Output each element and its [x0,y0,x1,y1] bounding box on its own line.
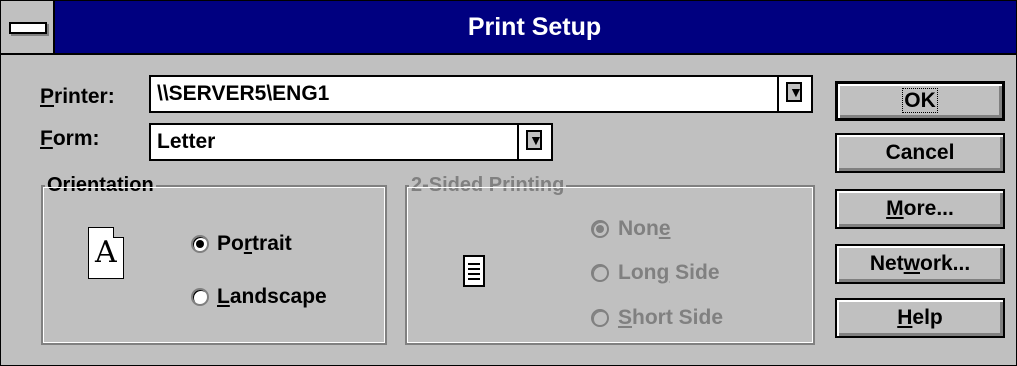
down-arrow-icon: ▼ [786,82,803,102]
cancel-button[interactable]: Cancel [835,133,1005,173]
down-arrow-icon: ▼ [526,130,543,150]
more-button[interactable]: More... [835,189,1005,229]
title-bar: Print Setup [1,1,1016,55]
ok-button[interactable]: OK [835,81,1005,121]
orientation-title: Orientation [45,173,156,197]
none-radio[interactable] [591,220,609,238]
long-side-radio[interactable] [591,264,609,282]
short-side-radio[interactable] [591,309,609,327]
print-setup-dialog: Print Setup Printer: \\SERVER5\ENG1 ▼ Fo… [0,0,1017,366]
printer-value: \\SERVER5\ENG1 [157,82,330,105]
none-label[interactable]: None [618,217,671,241]
short-side-label[interactable]: Short Side [618,306,723,330]
form-dropdown[interactable]: Letter ▼ [149,123,553,161]
network-button[interactable]: Network... [835,244,1005,284]
form-dropdown-button[interactable]: ▼ [517,125,551,159]
help-button[interactable]: Help [835,298,1005,338]
portrait-page-icon: A [88,227,124,279]
portrait-label[interactable]: Portrait [217,232,292,256]
printer-label: Printer: [40,85,115,108]
window-title: Print Setup [467,13,602,41]
long-side-label[interactable]: Long Side [618,261,720,285]
landscape-radio[interactable] [191,288,209,306]
printer-dropdown-button[interactable]: ▼ [777,77,811,111]
printer-dropdown[interactable]: \\SERVER5\ENG1 ▼ [149,75,813,113]
form-label: Form: [40,127,100,150]
system-menu-icon[interactable] [1,1,55,53]
two-sided-title: 2-Sided Printing [409,173,567,197]
portrait-radio[interactable] [191,235,209,253]
document-icon [463,255,485,287]
form-value: Letter [157,130,216,153]
landscape-label[interactable]: Landscape [217,285,327,309]
